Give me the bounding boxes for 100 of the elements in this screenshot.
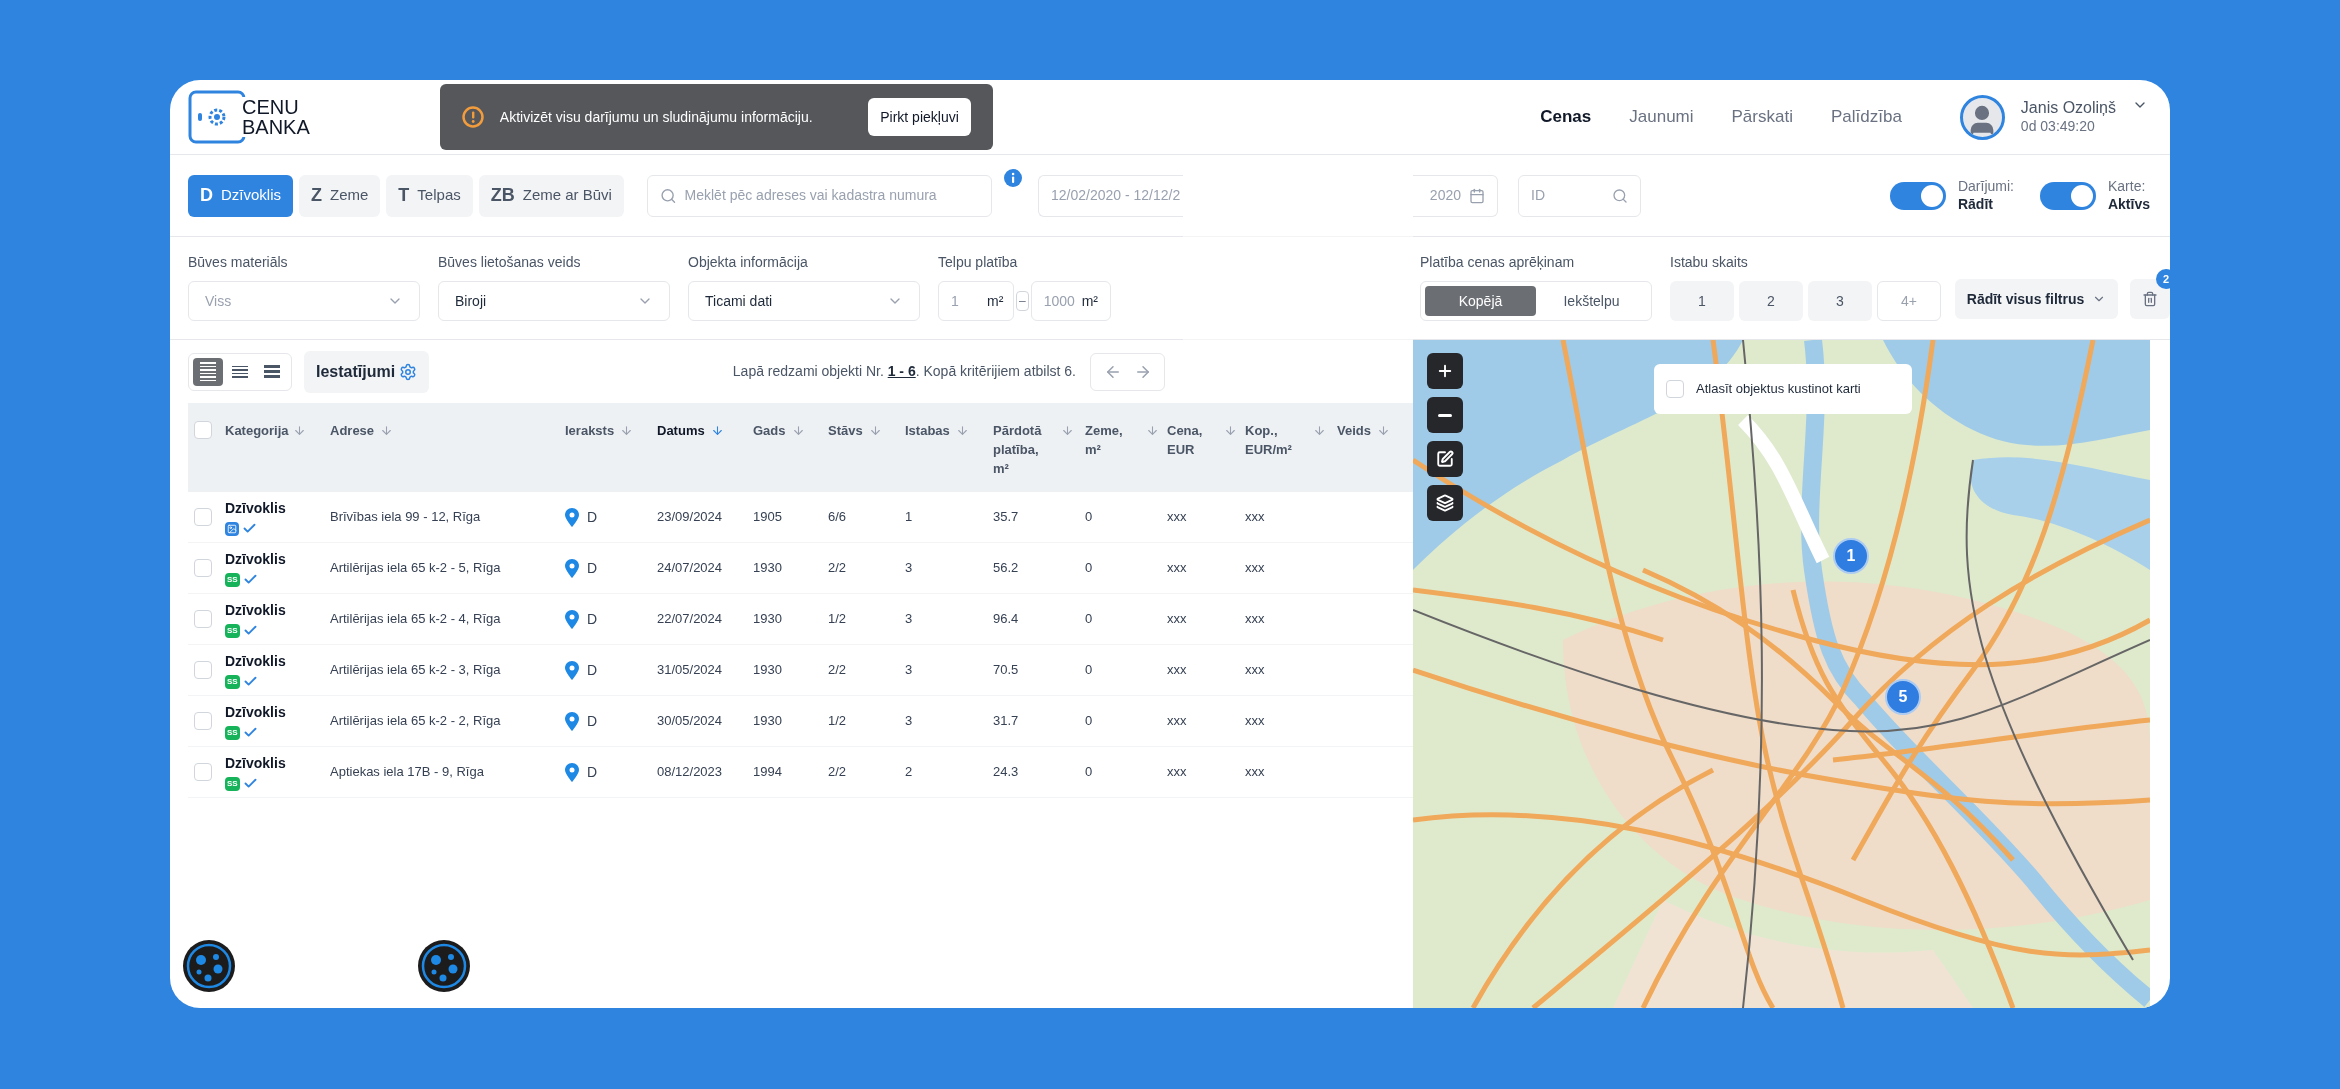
segment-option[interactable]: Kopējā	[1425, 286, 1536, 316]
column-header[interactable]: Ieraksts	[565, 421, 657, 440]
sort-arrow-icon	[380, 424, 394, 437]
dots-circle-icon[interactable]	[418, 940, 470, 992]
category-text: Dzīvoklis	[225, 499, 287, 518]
sort-arrow-icon	[1061, 424, 1074, 437]
map-pin-icon[interactable]	[565, 660, 579, 680]
nav-link[interactable]: Cenas	[1540, 104, 1592, 130]
area-cell-text: 31.7	[993, 712, 1020, 731]
zoom-in-button[interactable]	[1427, 353, 1463, 389]
column-header[interactable]: Cena, EUR	[1167, 421, 1245, 459]
land-cell-text: 0	[1085, 712, 1094, 731]
show-all-filters-button[interactable]: Rādīt visus filtrus	[1955, 279, 2118, 319]
column-header[interactable]: Istabas	[905, 421, 993, 440]
select-field[interactable]: Ticami dati	[688, 281, 920, 321]
room-count-option[interactable]: 1	[1670, 281, 1734, 321]
move-select-checkbox[interactable]	[1666, 380, 1684, 398]
category-tab[interactable]: ZB Zeme ar Būvi	[478, 174, 624, 217]
user-name: Janis Ozoliņš	[2020, 98, 2116, 119]
search-input[interactable]: Meklēt pēc adreses vai kadastra numura	[684, 185, 979, 206]
rooms-cell-text: 3	[905, 610, 914, 629]
zoom-out-button[interactable]	[1427, 397, 1463, 433]
sort-arrow-icon	[1376, 424, 1390, 437]
area-to-field[interactable]: 1000 m²	[1030, 281, 1111, 321]
price-per-m2-cell-text: xxx	[1245, 508, 1266, 527]
dots-circle-icon[interactable]	[183, 940, 235, 992]
area-to-input[interactable]: 1000	[1043, 290, 1082, 312]
category-tab[interactable]: D Dzīvoklis	[188, 174, 293, 217]
toggle-value: Rādīt	[1957, 195, 1994, 213]
toggle-label: Karte:	[2107, 178, 2147, 196]
record-cell-text: D	[587, 711, 598, 731]
search-icon	[659, 186, 677, 205]
column-header[interactable]: Kategorija	[225, 421, 330, 440]
column-header[interactable]: Stāvs	[828, 421, 905, 440]
draw-area-button[interactable]	[1427, 441, 1463, 477]
category-tab[interactable]: Z Zeme	[299, 174, 381, 217]
id-field[interactable]: ID	[1518, 174, 1641, 217]
search-field[interactable]: Meklēt pēc adreses vai kadastra numura	[646, 174, 992, 217]
sort-arrow-icon	[620, 424, 634, 437]
area-from-field[interactable]: 1 m²	[938, 281, 1014, 321]
nav-link[interactable]: Palīdzība	[1830, 104, 1902, 130]
column-header[interactable]: Veids	[1337, 421, 1413, 440]
price-cell-text: xxx	[1167, 712, 1188, 731]
room-count-option[interactable]: 2	[1739, 281, 1803, 321]
row-checkbox[interactable]	[194, 712, 212, 730]
area-from-input[interactable]: 1	[951, 290, 987, 312]
land-cell-text: 0	[1085, 661, 1094, 680]
map-pin-icon[interactable]	[565, 762, 579, 782]
filter-label: Būves materiāls	[188, 253, 289, 272]
address-cell-text: Artilērijas iela 65 k-2 - 3, Rīga	[330, 661, 502, 680]
map-pin-icon[interactable]	[565, 558, 579, 578]
search-icon	[1612, 187, 1628, 204]
id-input[interactable]: ID	[1531, 185, 1612, 206]
rooms-cell-text: 3	[905, 559, 914, 578]
row-checkbox[interactable]	[194, 559, 212, 577]
map-pin-icon[interactable]	[565, 507, 579, 527]
select-all-checkbox[interactable]	[194, 421, 212, 439]
buy-access-button[interactable]: Pirkt piekļuvi	[868, 98, 971, 136]
user-avatar[interactable]	[1959, 94, 2005, 140]
plus-icon	[1436, 362, 1454, 380]
column-header[interactable]: Adrese	[330, 421, 565, 440]
nav-link[interactable]: Pārskati	[1731, 104, 1793, 130]
toggle-switch[interactable]	[1889, 181, 1946, 210]
settings-button[interactable]: Iestatījumi	[304, 350, 430, 393]
image-icon	[225, 521, 239, 536]
category-tab[interactable]: T Telpas	[386, 174, 473, 217]
row-checkbox[interactable]	[194, 610, 212, 628]
column-header[interactable]: Zeme, m²	[1085, 421, 1167, 459]
column-header[interactable]: Kop., EUR/m²	[1245, 421, 1337, 459]
row-checkbox[interactable]	[194, 661, 212, 679]
date-cell-text: 08/12/2023	[657, 763, 724, 782]
map-pin-icon[interactable]	[565, 609, 579, 629]
map-pin-icon[interactable]	[565, 711, 579, 731]
column-header[interactable]: Gads	[753, 421, 828, 440]
room-count-option[interactable]: 3	[1808, 281, 1872, 321]
date-cell-text: 31/05/2024	[657, 661, 724, 680]
floor-cell-text: 1/2	[828, 610, 848, 629]
select-field[interactable]: Biroji	[438, 281, 670, 321]
map-panel[interactable]: Atlasīt objektus kustinot karti 1 5	[1413, 340, 2150, 1008]
info-icon[interactable]	[1003, 169, 1022, 187]
address-cell-text: Artilērijas iela 65 k-2 - 2, Rīga	[330, 712, 502, 731]
address-cell-text: Aptiekas iela 17B - 9, Rīga	[330, 763, 485, 782]
segment-option[interactable]: Iekštelpu	[1536, 286, 1647, 316]
source-badge: SS	[225, 674, 240, 689]
area-cell-text: 56.2	[993, 559, 1020, 578]
row-checkbox[interactable]	[194, 763, 212, 781]
row-checkbox[interactable]	[194, 508, 212, 526]
view-mode-button[interactable]	[193, 357, 223, 386]
filter-label: Telpu platība	[938, 253, 1019, 272]
nav-link[interactable]: Jaunumi	[1629, 104, 1694, 130]
layers-button[interactable]	[1427, 485, 1463, 521]
filter-label: Platība cenas aprēķinam	[1420, 253, 1576, 272]
calendar-icon	[1469, 187, 1485, 204]
column-header[interactable]: Pārdotā platība, m²	[993, 421, 1085, 478]
pagination-text: Lapā redzami objekti Nr. 1 - 6. Kopā kritērijiem atbilst 6.	[732, 362, 1076, 381]
column-header[interactable]: Datums	[657, 421, 753, 440]
move-select-label: Atlasīt objektus kustinot karti	[1696, 380, 1861, 399]
page-range-link[interactable]: 1 - 6	[887, 363, 916, 379]
toggle-switch[interactable]	[2039, 181, 2096, 210]
area-cell-text: 35.7	[993, 508, 1020, 527]
